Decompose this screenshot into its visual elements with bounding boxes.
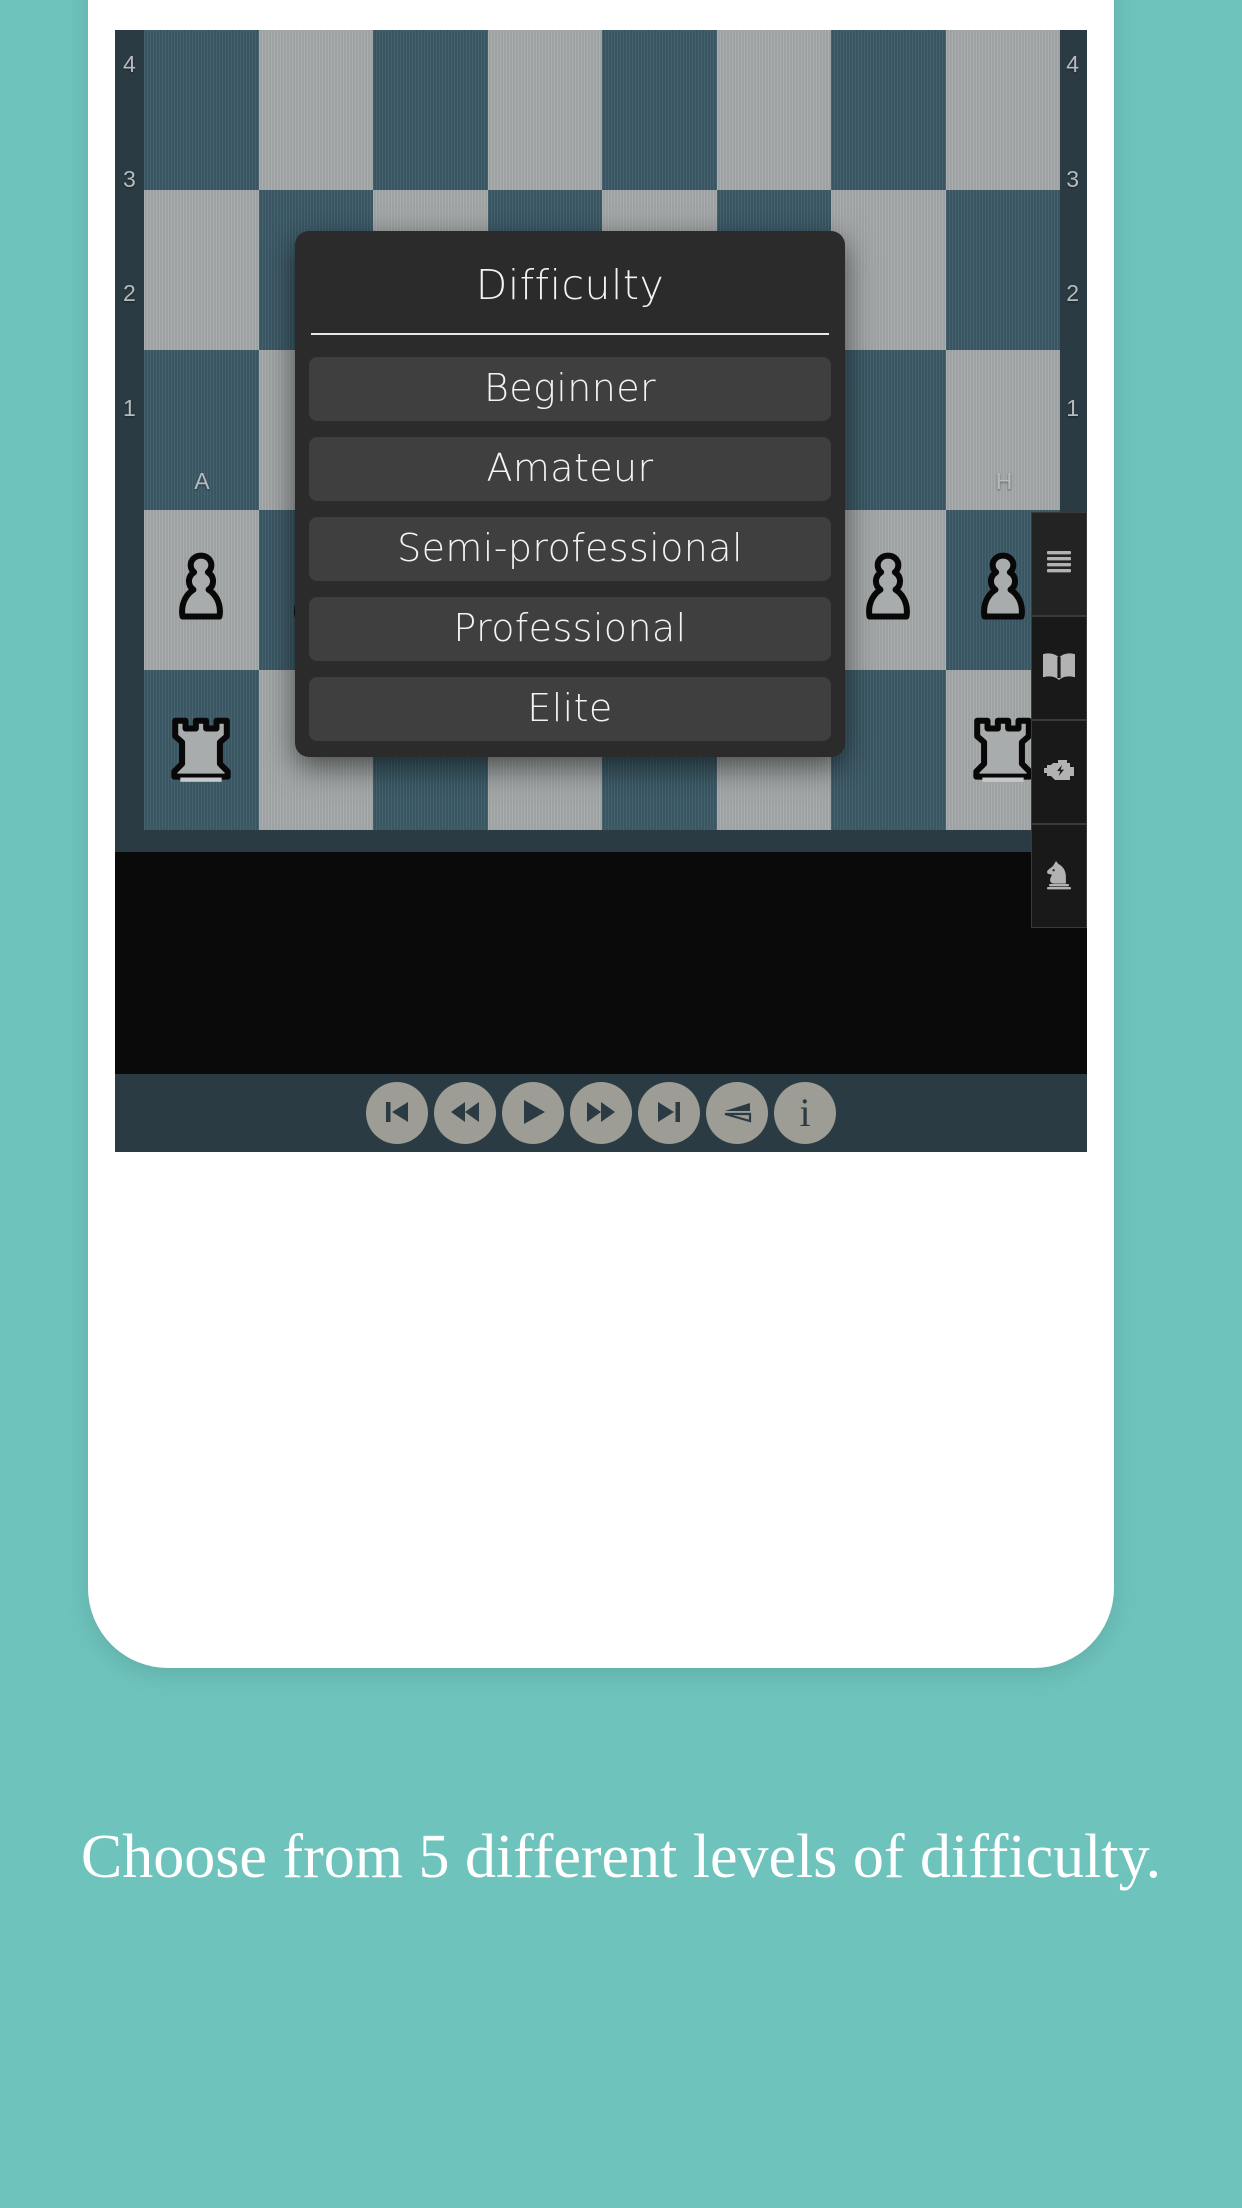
- difficulty-options-list: Beginner Amateur Semi-professional Professi…: [295, 357, 845, 741]
- difficulty-option-beginner[interactable]: Beginner: [309, 357, 831, 421]
- white-pawn-piece[interactable]: [158, 547, 244, 633]
- caption-text: Choose from 5 different levels of diffic…: [80, 1823, 1162, 1891]
- board-square[interactable]: [258, 30, 373, 190]
- rank-label-right: 4: [1066, 51, 1079, 78]
- knight-icon: [1044, 858, 1074, 895]
- sidebar-item-knight[interactable]: [1031, 824, 1087, 928]
- info-icon: i: [799, 1090, 811, 1135]
- phone-screen: 77665544332211AH: [115, 30, 1087, 1152]
- next-move-button[interactable]: [570, 1082, 632, 1144]
- board-square[interactable]: [144, 30, 259, 190]
- dialog-divider: [311, 333, 829, 335]
- rewind-icon: [448, 1095, 482, 1132]
- rank-label-right: 2: [1066, 280, 1079, 307]
- first-move-button[interactable]: [366, 1082, 428, 1144]
- board-square[interactable]: [945, 190, 1060, 350]
- sidebar-item-move-list[interactable]: [1031, 512, 1087, 616]
- info-button[interactable]: i: [774, 1082, 836, 1144]
- sidebar-item-engine[interactable]: [1031, 720, 1087, 824]
- difficulty-dialog: Difficulty Beginner Amateur Semi-professio…: [295, 231, 845, 757]
- rank-label-left: 1: [123, 394, 136, 421]
- dialog-title: Difficulty: [475, 261, 665, 309]
- phone-mockup: 77665544332211AH: [88, 0, 1114, 1668]
- play-button[interactable]: [502, 1082, 564, 1144]
- skip-to-start-icon: [380, 1095, 414, 1132]
- previous-move-button[interactable]: [434, 1082, 496, 1144]
- play-icon: [516, 1095, 550, 1132]
- board-square[interactable]: [144, 190, 259, 350]
- board-square[interactable]: [831, 190, 946, 350]
- board-square[interactable]: [945, 350, 1060, 510]
- rank-label-left: 2: [123, 280, 136, 307]
- playback-control-bar: i: [115, 1074, 1087, 1152]
- board-square[interactable]: [144, 350, 259, 510]
- board-square[interactable]: [487, 30, 602, 190]
- white-rook-piece[interactable]: [158, 707, 244, 793]
- board-square[interactable]: [602, 30, 717, 190]
- flip-board-button[interactable]: [706, 1082, 768, 1144]
- rank-label-left: 3: [123, 165, 136, 192]
- board-square[interactable]: [945, 30, 1060, 190]
- difficulty-option-elite[interactable]: Elite: [309, 677, 831, 741]
- last-move-button[interactable]: [638, 1082, 700, 1144]
- fast-forward-icon: [584, 1095, 618, 1132]
- tool-rail: [1031, 512, 1087, 928]
- difficulty-option-semi-professional[interactable]: Semi-professional: [309, 517, 831, 581]
- list-lines-icon: [1045, 549, 1073, 580]
- board-square[interactable]: [144, 510, 259, 670]
- engine-icon: [1042, 757, 1076, 788]
- board-square[interactable]: [831, 670, 946, 830]
- difficulty-option-professional[interactable]: Professional: [309, 597, 831, 661]
- rank-label-right: 1: [1066, 394, 1079, 421]
- rank-label-right: 3: [1066, 165, 1079, 192]
- board-square[interactable]: [831, 510, 946, 670]
- difficulty-option-amateur[interactable]: Amateur: [309, 437, 831, 501]
- white-pawn-piece[interactable]: [845, 547, 931, 633]
- skip-to-end-icon: [652, 1095, 686, 1132]
- book-icon: [1042, 652, 1076, 685]
- board-square[interactable]: [716, 30, 831, 190]
- board-square[interactable]: [831, 30, 946, 190]
- board-square[interactable]: [373, 30, 488, 190]
- flip-board-icon: [719, 1095, 755, 1132]
- sidebar-item-opening-book[interactable]: [1031, 616, 1087, 720]
- board-square[interactable]: [831, 350, 946, 510]
- rank-label-left: 4: [123, 51, 136, 78]
- board-square[interactable]: [144, 670, 259, 830]
